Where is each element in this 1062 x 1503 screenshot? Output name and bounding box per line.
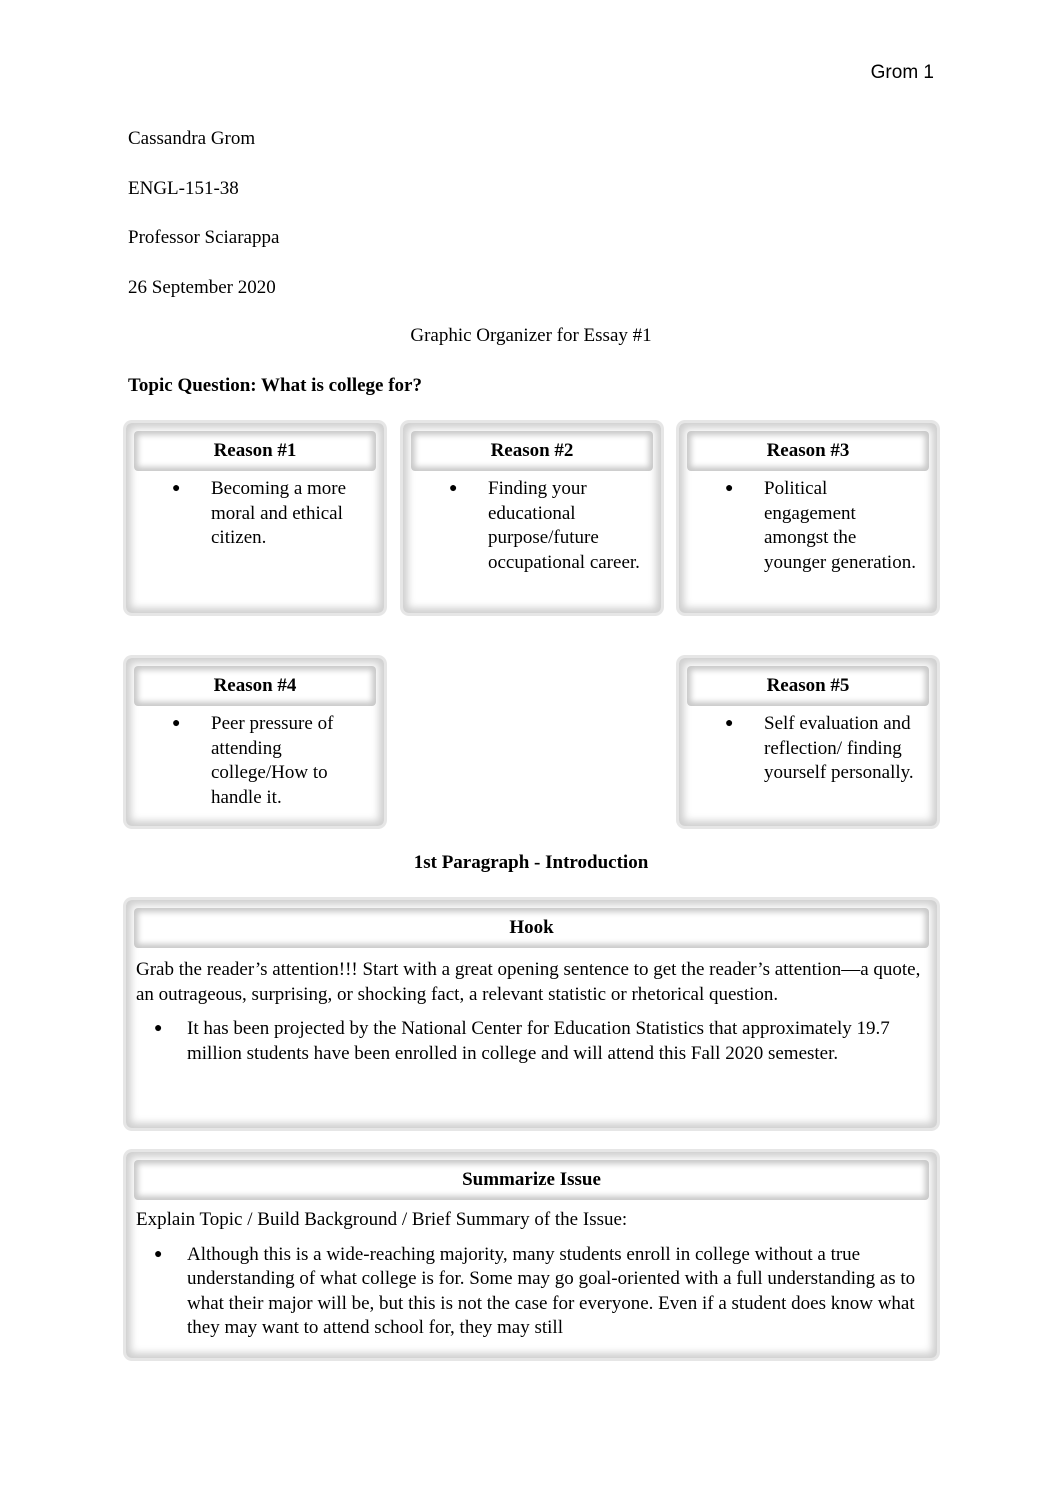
hook-header: Hook	[134, 908, 929, 948]
hook-bullet: It has been projected by the National Ce…	[136, 1017, 927, 1066]
hook-box: Hook Grab the reader’s attention!!! Star…	[126, 900, 937, 1128]
reason-box-header: Reason #5	[687, 666, 929, 706]
reason-box-header: Reason #4	[134, 666, 376, 706]
reason-box-1: Reason #1 Becoming a more moral and ethi…	[126, 423, 384, 613]
reason-item: Peer pressure of attending college/How t…	[134, 712, 376, 810]
reason-box-2: Reason #2 Finding your educational purpo…	[403, 423, 661, 613]
reason-box-header: Reason #2	[411, 431, 653, 471]
course-code: ENGL-151-38	[128, 178, 239, 199]
summarize-issue-bullet: Although this is a wide-reaching majorit…	[136, 1243, 927, 1341]
summarize-issue-prompt: Explain Topic / Build Background / Brief…	[136, 1209, 628, 1230]
running-head: Grom 1	[870, 62, 934, 83]
topic-question: Topic Question: What is college for?	[128, 375, 422, 396]
reason-item: Political engagement amongst the younger…	[687, 477, 929, 575]
reason-item: Self evaluation and reflection/ finding …	[687, 712, 929, 786]
section-title-introduction: 1st Paragraph - Introduction	[413, 852, 649, 873]
professor-name: Professor Sciarappa	[128, 227, 280, 248]
summarize-issue-box: Summarize Issue Explain Topic / Build Ba…	[126, 1152, 937, 1358]
reason-box-header: Reason #3	[687, 431, 929, 471]
date: 26 September 2020	[128, 277, 276, 298]
reason-box-3: Reason #3 Political engagement amongst t…	[679, 423, 937, 613]
summarize-issue-header: Summarize Issue	[134, 1160, 929, 1200]
hook-prompt: Grab the reader’s attention!!! Start wit…	[136, 959, 921, 1005]
reason-item: Becoming a more moral and ethical citize…	[134, 477, 376, 551]
reason-item: Finding your educational purpose/future …	[411, 477, 653, 575]
reason-box-5: Reason #5 Self evaluation and reflection…	[679, 658, 937, 826]
author-name: Cassandra Grom	[128, 128, 256, 149]
reason-box-header: Reason #1	[134, 431, 376, 471]
reason-box-4: Reason #4 Peer pressure of attending col…	[126, 658, 384, 826]
document-title: Graphic Organizer for Essay #1	[410, 325, 652, 346]
